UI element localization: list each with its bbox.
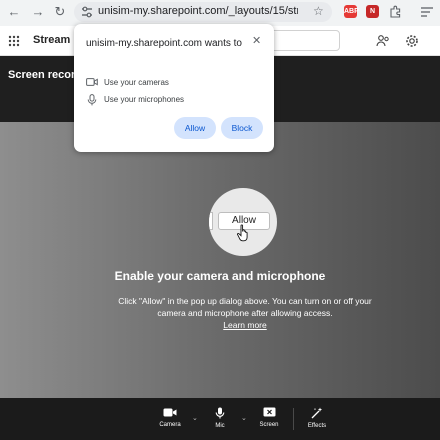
permission-microphone-label: Use your microphones bbox=[104, 95, 185, 104]
learn-more-link[interactable]: Learn more bbox=[223, 320, 266, 330]
microphone-icon bbox=[87, 94, 97, 106]
site-settings-icon[interactable] bbox=[80, 5, 94, 19]
permission-dialog: unisim-my.sharepoint.com wants to ✕ Use … bbox=[74, 24, 274, 152]
screen-button[interactable]: Screen bbox=[249, 407, 289, 428]
recording-controls: Camera ⌄ Mic ⌄ Screen Effects bbox=[0, 398, 440, 440]
camera-button[interactable]: Camera bbox=[150, 407, 190, 428]
effects-label: Effects bbox=[307, 423, 327, 429]
effects-button[interactable]: Effects bbox=[297, 407, 337, 429]
app-brand[interactable]: Stream bbox=[33, 34, 70, 46]
url-text: unisim-my.sharepoint.com/_layouts/15/str… bbox=[98, 5, 298, 17]
forward-icon[interactable]: → bbox=[30, 4, 46, 20]
screen-share-off-icon bbox=[263, 407, 275, 417]
mic-options-chevron-icon[interactable]: ⌄ bbox=[241, 414, 247, 422]
camera-icon bbox=[163, 408, 177, 417]
share-people-icon[interactable] bbox=[376, 34, 390, 48]
close-icon[interactable]: ✕ bbox=[252, 34, 261, 47]
camera-stage: Allow Enable your camera and microphone … bbox=[0, 122, 440, 398]
stage-heading: Enable your camera and microphone bbox=[114, 269, 326, 283]
browser-toolbar: ← → ↻ unisim-my.sharepoint.com/_layouts/… bbox=[0, 0, 440, 26]
extension-red-icon[interactable]: N bbox=[366, 5, 379, 18]
block-button[interactable]: Block bbox=[221, 117, 263, 139]
reload-icon[interactable]: ↻ bbox=[52, 4, 68, 20]
allow-illustration: Allow bbox=[209, 188, 277, 256]
microphone-icon bbox=[215, 407, 225, 419]
search-input[interactable] bbox=[268, 30, 340, 51]
permission-camera-row: Use your cameras bbox=[86, 77, 266, 89]
allow-button[interactable]: Allow bbox=[174, 117, 216, 139]
camera-icon bbox=[86, 78, 98, 86]
back-icon[interactable]: ← bbox=[6, 4, 22, 20]
mic-button[interactable]: Mic bbox=[200, 407, 240, 429]
adblock-icon[interactable]: ABP bbox=[344, 5, 359, 18]
reading-list-icon[interactable] bbox=[420, 5, 434, 18]
mic-label: Mic bbox=[215, 423, 225, 429]
hand-cursor-icon bbox=[237, 224, 248, 242]
settings-gear-icon[interactable] bbox=[405, 34, 419, 48]
camera-options-chevron-icon[interactable]: ⌄ bbox=[192, 414, 198, 422]
illustration-edge bbox=[209, 212, 213, 230]
app-launcher-icon[interactable] bbox=[8, 35, 20, 47]
bookmark-star-icon[interactable]: ☆ bbox=[313, 4, 324, 18]
address-bar[interactable]: unisim-my.sharepoint.com/_layouts/15/str… bbox=[74, 2, 332, 22]
stage-description: Click "Allow" in the pop up dialog above… bbox=[110, 295, 380, 331]
screen-label: Screen bbox=[259, 422, 279, 428]
controls-divider bbox=[293, 408, 294, 430]
extensions-puzzle-icon[interactable] bbox=[389, 5, 402, 18]
permission-message: unisim-my.sharepoint.com wants to bbox=[86, 38, 242, 49]
camera-label: Camera bbox=[159, 422, 181, 428]
stage-description-text: Click "Allow" in the pop up dialog above… bbox=[118, 296, 372, 318]
permission-camera-label: Use your cameras bbox=[104, 78, 169, 87]
permission-microphone-row: Use your microphones bbox=[86, 94, 266, 106]
effects-wand-icon bbox=[311, 407, 323, 419]
